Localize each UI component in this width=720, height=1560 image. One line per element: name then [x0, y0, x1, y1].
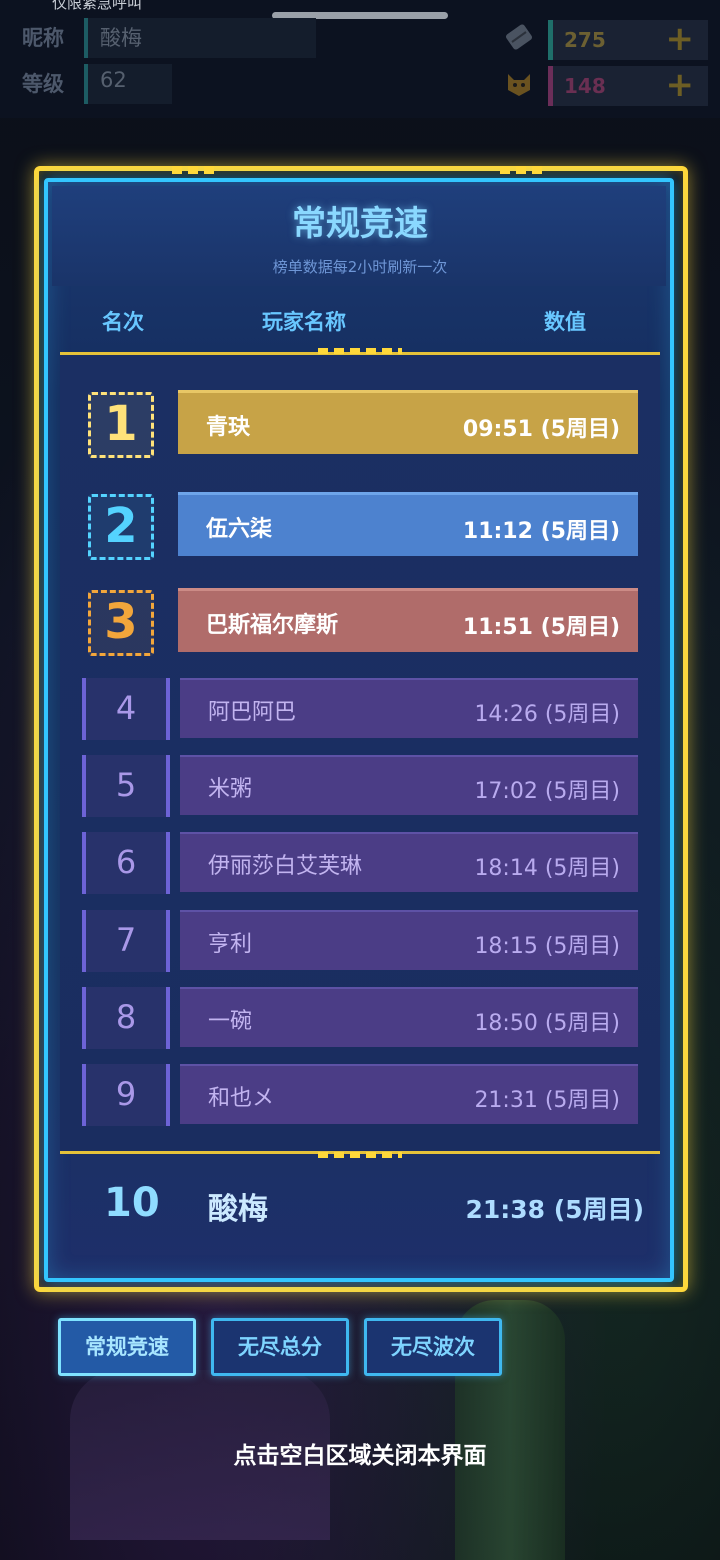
nickname-value: 酸梅 [84, 18, 316, 58]
player-name: 伊丽莎白艾芙琳 [208, 854, 363, 879]
frame-deco [500, 166, 548, 174]
player-name: 和也メ [208, 1086, 275, 1111]
player-score: 18:50 (5周目) [474, 1011, 620, 1036]
nickname-label: 昵称 [22, 26, 64, 50]
player-bar: 伍六柒 11:12 (5周目) [178, 492, 638, 556]
cat-icon [508, 74, 530, 96]
player-name: 巴斯福尔摩斯 [206, 613, 339, 638]
add-gems-button[interactable]: + [666, 68, 695, 102]
player-score: 14:26 (5周目) [474, 702, 620, 727]
frame-deco [318, 348, 402, 354]
player-bar: 亨利 18:15 (5周目) [180, 910, 638, 970]
player-bar: 伊丽莎白艾芙琳 18:14 (5周目) [180, 832, 638, 892]
rank-number: 5 [82, 755, 170, 817]
close-hint[interactable]: 点击空白区域关闭本界面 [0, 1436, 720, 1470]
player-score: 18:14 (5周目) [474, 856, 620, 881]
top-hud: 仅限紧急呼叫 昵称 酸梅 等级 62 275 + 148 + [0, 0, 720, 118]
status-bar-text: 仅限紧急呼叫 [52, 0, 143, 12]
player-score: 11:12 (5周目) [462, 519, 620, 544]
column-header-player: 玩家名称 [262, 310, 346, 334]
frame-deco [318, 1152, 402, 1158]
player-bar: 一碗 18:50 (5周目) [180, 987, 638, 1047]
player-score: 21:31 (5周目) [474, 1088, 620, 1113]
column-header-value: 数值 [544, 310, 586, 334]
resource-coins-value: 275 [564, 28, 606, 52]
player-name: 米粥 [208, 777, 253, 802]
player-name: 一碗 [208, 1009, 253, 1034]
rank-badge-silver: 2 [88, 494, 154, 560]
frame-deco [172, 166, 220, 174]
player-score: 09:51 (5周目) [462, 417, 620, 442]
level-label: 等级 [22, 72, 64, 96]
tab-endless-total[interactable]: 无尽总分 [211, 1318, 349, 1376]
player-bar: 巴斯福尔摩斯 11:51 (5周目) [178, 588, 638, 652]
my-rank: 10 [104, 1180, 160, 1226]
player-bar: 和也メ 21:31 (5周目) [180, 1064, 638, 1124]
tab-endless-waves[interactable]: 无尽波次 [364, 1318, 502, 1376]
player-bar: 阿巴阿巴 14:26 (5周目) [180, 678, 638, 738]
player-bar: 米粥 17:02 (5周目) [180, 755, 638, 815]
add-coins-button[interactable]: + [666, 22, 695, 56]
resource-gems: 148 + [548, 66, 708, 106]
player-score: 18:15 (5周目) [474, 934, 620, 959]
my-player-name: 酸梅 [208, 1192, 268, 1227]
player-name: 伍六柒 [206, 517, 273, 542]
panel-subtitle: 榜单数据每2小时刷新一次 [272, 258, 448, 276]
rank-number: 4 [82, 678, 170, 740]
rank-number: 9 [82, 1064, 170, 1126]
player-name: 阿巴阿巴 [208, 700, 297, 725]
rank-number: 7 [82, 910, 170, 972]
tab-regular-race[interactable]: 常规竞速 [58, 1318, 196, 1376]
resource-coins: 275 + [548, 20, 708, 60]
rank-badge-gold: 1 [88, 392, 154, 458]
ticket-icon [506, 24, 532, 50]
player-score: 11:51 (5周目) [462, 615, 620, 640]
player-name: 青玦 [206, 415, 251, 440]
my-score: 21:38 (5周目) [465, 1195, 644, 1224]
column-header-rank: 名次 [102, 310, 144, 334]
rank-badge-bronze: 3 [88, 590, 154, 656]
player-score: 17:02 (5周目) [474, 779, 620, 804]
resource-bar [548, 66, 553, 106]
level-value: 62 [84, 64, 172, 104]
player-name: 亨利 [208, 932, 253, 957]
rank-number: 6 [82, 832, 170, 894]
player-bar: 青玦 09:51 (5周目) [178, 390, 638, 454]
panel-title: 常规竞速 [292, 204, 428, 244]
resource-bar [548, 20, 553, 60]
resource-gems-value: 148 [564, 74, 606, 98]
rank-number: 8 [82, 987, 170, 1049]
